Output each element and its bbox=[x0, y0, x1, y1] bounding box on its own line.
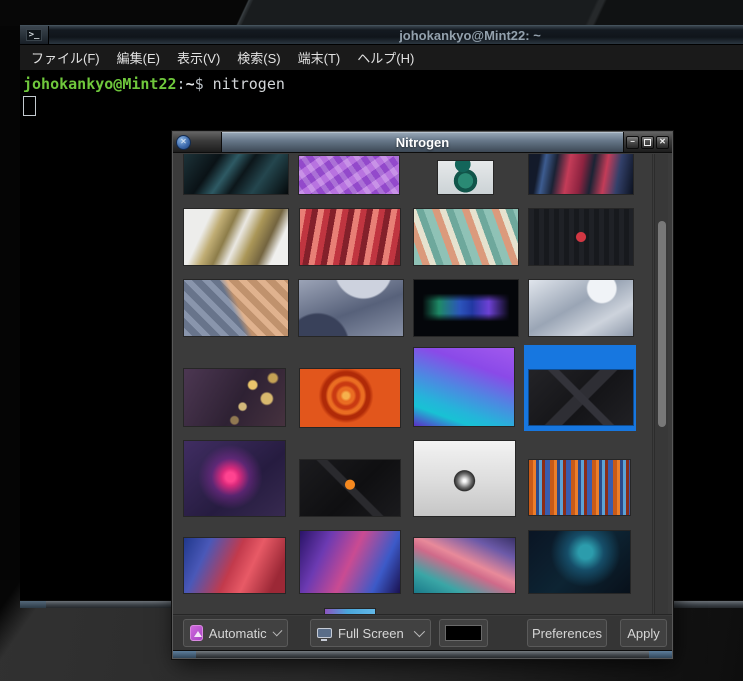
nitrogen-resize-grip-right[interactable] bbox=[649, 651, 672, 658]
wallpaper-thumb-purple-teal-wave[interactable] bbox=[414, 348, 514, 426]
menu-item[interactable]: 検索(S) bbox=[237, 48, 280, 67]
wallpaper-thumb-gold-ribbon[interactable] bbox=[184, 209, 288, 265]
menu-item[interactable]: 端末(T) bbox=[298, 48, 341, 67]
wallpaper-thumb-gray-waves[interactable] bbox=[299, 280, 403, 336]
terminal-menubar: ファイル(F) 編集(E) 表示(V) 検索(S) 端末(T) ヘルプ(H) bbox=[20, 45, 743, 70]
nitrogen-titlebar-left-cap: ✕ bbox=[173, 132, 222, 152]
wallpaper-thumb-bokeh-lights[interactable] bbox=[184, 369, 285, 426]
wallpaper-thumb-red-diamond-dark[interactable] bbox=[529, 209, 633, 265]
mode-select[interactable]: Automatic bbox=[183, 619, 288, 647]
scale-select-value: Full Screen bbox=[338, 626, 404, 641]
scale-select[interactable]: Full Screen bbox=[310, 619, 431, 647]
terminal-titlebar[interactable]: >_ johokankyo@Mint22: ~ bbox=[20, 25, 743, 45]
maximize-icon bbox=[644, 139, 651, 146]
wallpaper-thumb-orange-diamond-dark[interactable] bbox=[300, 460, 400, 516]
terminal-cursor bbox=[23, 96, 36, 116]
terminal-prompt-line: johokankyo@Mint22:~$ nitrogen bbox=[23, 74, 743, 94]
color-swatch bbox=[445, 625, 482, 641]
wallpaper-thumb-teal-coral-pipes[interactable] bbox=[414, 209, 518, 265]
prompt-colon: : bbox=[177, 75, 186, 93]
wallpaper-thumb-orange-blue-stripes[interactable] bbox=[529, 460, 630, 515]
wallpaper-thumb-dark-circuit[interactable] bbox=[184, 154, 288, 194]
desktop-wallpaper-top bbox=[0, 0, 743, 26]
wallpaper-thumb-teal-swirl[interactable] bbox=[438, 161, 493, 194]
minimize-button[interactable]: − bbox=[626, 136, 639, 149]
typed-command: nitrogen bbox=[213, 75, 285, 93]
grid-scroll-divider bbox=[652, 154, 653, 614]
wallpaper-thumb-red-blue-ribbons[interactable] bbox=[529, 154, 633, 194]
vertical-scrollbar-thumb[interactable] bbox=[658, 221, 666, 427]
nitrogen-window: ✕ Nitrogen − ✕ Automatic bbox=[173, 132, 672, 658]
background-color-picker[interactable] bbox=[439, 619, 488, 647]
prompt-path: ~ bbox=[186, 75, 195, 93]
chevron-down-icon bbox=[414, 626, 425, 637]
mode-select-value: Automatic bbox=[209, 626, 267, 641]
nitrogen-titlebar-center: Nitrogen bbox=[222, 132, 623, 152]
wallpaper-thumb-red-spikes[interactable] bbox=[300, 209, 400, 265]
preferences-button[interactable]: Preferences bbox=[527, 619, 607, 647]
wallpaper-thumb-red-blue-blur[interactable] bbox=[184, 538, 285, 593]
prompt-user-host: johokankyo@Mint22 bbox=[23, 75, 177, 93]
wallpaper-thumb-orange-swirl[interactable] bbox=[300, 369, 400, 427]
wallpaper-grid bbox=[173, 154, 672, 615]
wallpaper-thumb-rainbow-ribbon-dark[interactable] bbox=[414, 280, 518, 336]
wallpaper-thumb-dark-teal-glow[interactable] bbox=[529, 531, 630, 593]
terminal-resize-grip[interactable] bbox=[20, 601, 46, 608]
terminal-window-title: johokankyo@Mint22: ~ bbox=[20, 26, 743, 44]
desktop: >_ johokankyo@Mint22: ~ ファイル(F) 編集(E) 表示(V… bbox=[0, 0, 743, 681]
wallpaper-thumb-pink-glow[interactable] bbox=[184, 441, 285, 516]
menu-item[interactable]: ヘルプ(H) bbox=[357, 48, 414, 67]
wallpaper-thumb-purple-sparkle[interactable] bbox=[300, 531, 400, 593]
menu-item[interactable]: 表示(V) bbox=[177, 48, 220, 67]
monitor-icon bbox=[317, 628, 332, 638]
image-icon bbox=[190, 625, 203, 641]
terminal-window-icon-box: >_ bbox=[20, 26, 49, 44]
wallpaper-thumb-blue-tan-stripes[interactable] bbox=[184, 280, 288, 336]
nitrogen-titlebar[interactable]: ✕ Nitrogen − ✕ bbox=[173, 132, 672, 153]
nitrogen-bottom-frame bbox=[173, 650, 672, 658]
nitrogen-bottom-bar: Automatic Full Screen Preferences Apply bbox=[173, 616, 672, 650]
menu-item[interactable]: 編集(E) bbox=[117, 48, 160, 67]
wallpaper-thumb-pink-teal-swirl[interactable] bbox=[414, 538, 515, 593]
chevron-down-icon bbox=[272, 626, 282, 636]
nitrogen-resize-grip-left[interactable] bbox=[173, 651, 196, 658]
wallpaper-thumb-light-folds[interactable] bbox=[529, 280, 633, 336]
wallpaper-thumb-chrome-sphere[interactable] bbox=[414, 441, 515, 516]
nitrogen-titlebar-right-cap: − ✕ bbox=[623, 132, 672, 152]
menu-item[interactable]: ファイル(F) bbox=[31, 48, 100, 67]
apply-button[interactable]: Apply bbox=[620, 619, 667, 647]
terminal-icon: >_ bbox=[26, 29, 43, 41]
wallpaper-thumb-dark-weave-selected[interactable] bbox=[529, 370, 633, 425]
wallpaper-thumb-purple-cubes[interactable] bbox=[299, 156, 399, 194]
vertical-scrollbar-track[interactable] bbox=[654, 154, 668, 615]
prompt-dollar: $ bbox=[195, 75, 213, 93]
nitrogen-window-title: Nitrogen bbox=[396, 135, 449, 150]
close-button[interactable]: ✕ bbox=[656, 136, 669, 149]
wallpaper-thumb-partial-next-row[interactable] bbox=[325, 609, 375, 615]
maximize-button[interactable] bbox=[641, 136, 654, 149]
nitrogen-app-icon[interactable]: ✕ bbox=[176, 135, 191, 150]
